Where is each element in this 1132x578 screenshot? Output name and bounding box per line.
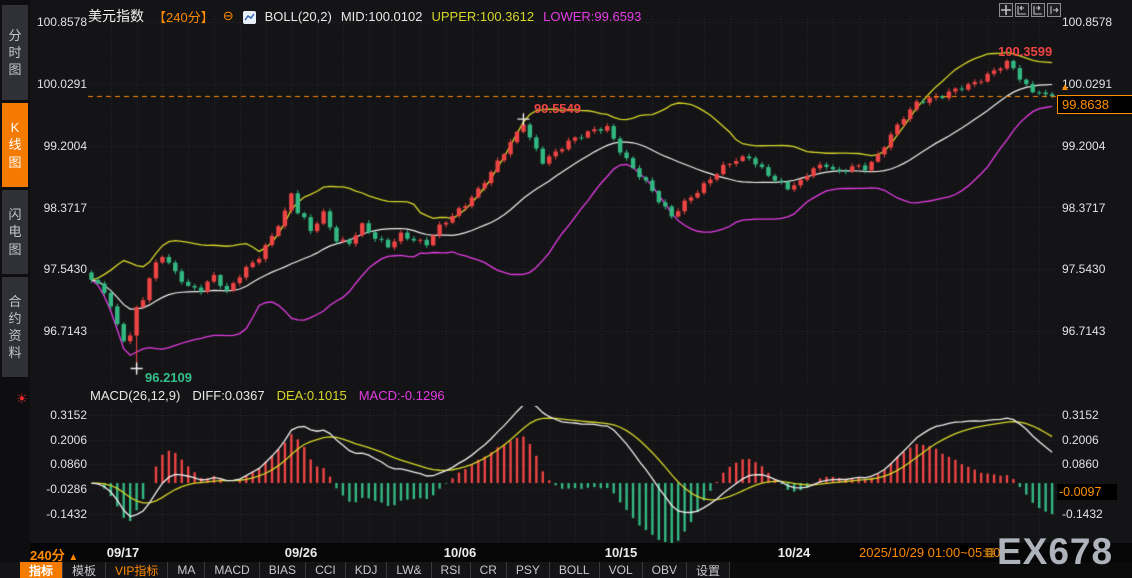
crosshair-icon[interactable] — [999, 3, 1013, 17]
marker-sun-icon[interactable]: ☀ — [16, 391, 28, 407]
toolbar-item-1[interactable]: 模板 — [63, 562, 107, 578]
main-y-label-left: 98.3717 — [43, 201, 87, 215]
x-axis-date: 10/15 — [604, 545, 638, 560]
annotation-low: 96.2109 — [145, 370, 192, 385]
macd-value: MACD:-0.1296 — [358, 388, 445, 403]
macd-y-label-left: -0.1432 — [46, 507, 87, 521]
macd-y-label-right: -0.1432 — [1062, 507, 1103, 521]
toolbar-item-10[interactable]: CR — [470, 562, 507, 578]
sidebar-tab-3[interactable]: 合约资料 — [2, 277, 28, 377]
toolbar-item-9[interactable]: RSI — [431, 562, 471, 578]
macd-y-label-right: 0.0860 — [1062, 457, 1099, 471]
scale-right-icon[interactable] — [1031, 3, 1045, 17]
indicator-toolbar: 指标 模板 VIP指标 MA MACD BIAS CCI KDJ LW& RSI CR PSY BOLL… — [20, 562, 1132, 578]
sidebar-tab-1[interactable]: K线图 — [2, 103, 28, 187]
sidebar-tab-label: 闪电图 — [8, 207, 22, 257]
main-y-label-left: 99.2004 — [43, 139, 87, 153]
sidebar-tab-label: 合约资料 — [8, 293, 22, 361]
chart-header: 美元指数 【240分】 ⊖ BOLL(20,2) MID:100.0102 UP… — [88, 6, 641, 26]
toolbar-item-12[interactable]: BOLL — [549, 562, 600, 578]
scale-left-icon[interactable] — [1015, 3, 1029, 17]
sidebar-tab-label: 分时图 — [8, 27, 22, 78]
x-axis-date: 09/17 — [106, 545, 140, 560]
toolbar-item-2[interactable]: VIP指标 — [106, 562, 169, 578]
toolbar-item-15[interactable]: 设置 — [686, 562, 730, 578]
main-y-label-right: 96.7143 — [1062, 324, 1106, 338]
macd-current-badge: -0.0097 — [1057, 484, 1117, 500]
chart-controls — [999, 3, 1061, 17]
macd-diff-value: DIFF:0.0367 — [192, 388, 265, 403]
toolbar-item-3[interactable]: MA — [168, 562, 206, 578]
main-y-label-left: 100.8578 — [36, 15, 87, 29]
macd-y-label-left: -0.0286 — [46, 482, 87, 496]
current-price-badge: 99.8638 — [1057, 95, 1132, 114]
symbol-name: 美元指数 — [88, 8, 144, 24]
main-y-label-left: 97.5430 — [43, 262, 87, 276]
main-y-label-right: 100.8578 — [1062, 15, 1113, 29]
exit-right-icon[interactable] — [1047, 3, 1061, 17]
main-y-label-left: 96.7143 — [43, 324, 87, 338]
macd-header: MACD(26,12,9) DIFF:0.0367 DEA:0.1015 MAC… — [90, 388, 445, 403]
price-chart-canvas[interactable] — [0, 0, 1132, 578]
trading-app-window: 分时图 K线图闪电图合约资料 ☀ 美元指数 【240分】 ⊖ BOLL(20,2)… — [0, 0, 1132, 578]
toolbar-item-0[interactable]: 指标 — [20, 562, 64, 578]
collapse-circle-icon[interactable]: ⊖ — [223, 8, 234, 24]
toolbar-item-5[interactable]: BIAS — [259, 562, 307, 578]
macd-y-label-left: 0.2006 — [50, 433, 87, 447]
macd-y-label-right: 0.2006 — [1062, 433, 1099, 447]
toolbar-item-11[interactable]: PSY — [506, 562, 550, 578]
toolbar-item-4[interactable]: MACD — [205, 562, 260, 578]
x-axis-date: 10/24 — [777, 545, 811, 560]
macd-dea-value: DEA:0.1015 — [276, 388, 347, 403]
boll-upper-value: UPPER:100.3612 — [431, 8, 535, 24]
boll-mid-value: MID:100.0102 — [340, 8, 423, 24]
toolbar-item-7[interactable]: KDJ — [345, 562, 388, 578]
period-label[interactable]: 【240分】 — [153, 7, 214, 26]
last-bar-time-label: 2025/10/29 01:00~05:00 — [856, 545, 1004, 560]
x-axis-date: 10/06 — [443, 545, 477, 560]
macd-y-label-left: 0.0860 — [50, 457, 87, 471]
toolbar-item-14[interactable]: OBV — [642, 562, 687, 578]
main-y-label-left: 100.0291 — [36, 77, 87, 91]
macd-y-label-right: 0.3152 — [1062, 408, 1099, 422]
price-up-arrow-icon: ▲ — [1060, 82, 1070, 93]
chart-type-sidebar: 分时图 K线图闪电图合约资料 — [0, 0, 30, 562]
sidebar-tab-2[interactable]: 闪电图 — [2, 190, 28, 274]
sidebar-tab-label: K线图 — [8, 120, 22, 170]
x-axis-date: 09/26 — [284, 545, 318, 560]
toolbar-item-6[interactable]: CCI — [306, 562, 346, 578]
macd-params-label: MACD(26,12,9) — [90, 388, 181, 403]
list-icon: ≣ — [984, 545, 995, 560]
annotation-high: 100.3599 — [998, 44, 1053, 59]
sidebar-tab-0[interactable]: 分时图 — [2, 5, 28, 100]
toolbar-item-13[interactable]: VOL — [599, 562, 643, 578]
annotation-swing-high: 99.5549 — [534, 101, 581, 116]
main-y-label-right: 98.3717 — [1062, 201, 1106, 215]
macd-y-label-left: 0.3152 — [50, 408, 87, 422]
main-y-label-right: 99.2004 — [1062, 139, 1106, 153]
line-chart-icon — [242, 10, 256, 24]
main-y-label-right: 97.5430 — [1062, 262, 1106, 276]
toolbar-item-8[interactable]: LW& — [387, 562, 432, 578]
boll-indicator-label: BOLL(20,2) — [264, 8, 332, 24]
boll-lower-value: LOWER:99.6593 — [543, 8, 642, 24]
